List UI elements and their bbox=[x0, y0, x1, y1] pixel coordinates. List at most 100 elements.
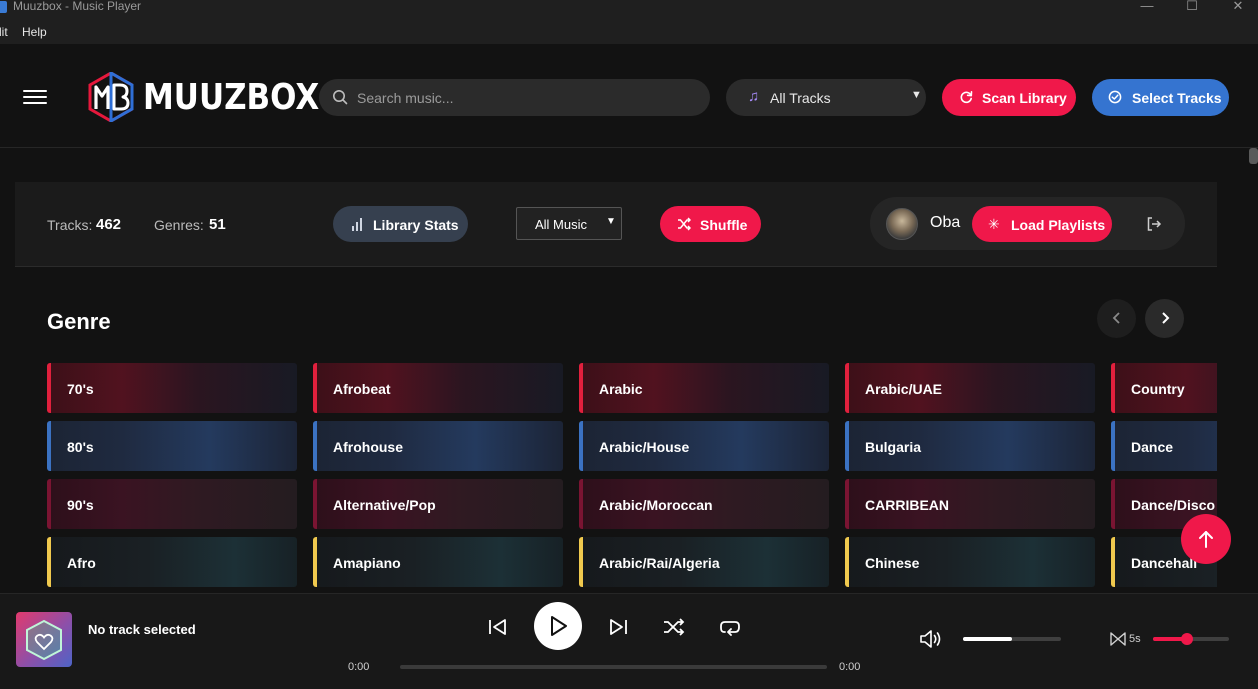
avatar[interactable] bbox=[886, 208, 918, 240]
genre-prev-button[interactable] bbox=[1097, 299, 1136, 338]
genre-card[interactable]: Afrohouse bbox=[313, 421, 563, 471]
genre-card[interactable]: Arabic bbox=[579, 363, 829, 413]
play-icon bbox=[551, 616, 567, 636]
genre-label: Dance bbox=[1131, 439, 1174, 455]
arrow-up-icon bbox=[1199, 531, 1213, 548]
track-filter-select[interactable]: ♫ All Tracks ▼ bbox=[726, 79, 926, 116]
genre-card[interactable]: Arabic/UAE bbox=[845, 363, 1095, 413]
genre-label: Country bbox=[1131, 381, 1185, 397]
genre-card[interactable]: 80's bbox=[47, 421, 297, 471]
genre-card[interactable]: Afrobeat bbox=[313, 363, 563, 413]
select-tracks-button[interactable]: Select Tracks bbox=[1092, 79, 1229, 116]
genre-label: Arabic/UAE bbox=[865, 381, 943, 397]
genre-label: Chinese bbox=[865, 555, 920, 571]
logout-icon[interactable] bbox=[1146, 216, 1162, 232]
genre-card[interactable]: Arabic/Moroccan bbox=[579, 479, 829, 529]
genre-card[interactable]: Arabic/House bbox=[579, 421, 829, 471]
crossfade-slider[interactable] bbox=[1153, 633, 1229, 645]
check-circle-icon bbox=[1108, 90, 1122, 104]
genre-label: Arabic/House bbox=[599, 439, 690, 455]
scroll-to-top-button[interactable] bbox=[1181, 514, 1231, 564]
player-bar: No track selected 0:00 0:00 5s bbox=[0, 593, 1258, 689]
genre-label: 90's bbox=[67, 497, 94, 513]
hamburger-menu-icon[interactable] bbox=[23, 90, 47, 104]
track-filter-value: All Tracks bbox=[770, 90, 831, 106]
bar-chart-icon bbox=[352, 218, 362, 231]
genres-label: Genres: bbox=[154, 217, 204, 233]
genre-label: CARRIBEAN bbox=[865, 497, 949, 513]
genres-count: 51 bbox=[209, 216, 226, 233]
brand-wordmark: MUUZBOX bbox=[143, 77, 320, 118]
volume-slider[interactable] bbox=[963, 637, 1061, 641]
genre-label: Arabic/Rai/Algeria bbox=[599, 555, 720, 571]
genre-section-title: Genre bbox=[47, 309, 111, 334]
album-cover[interactable] bbox=[16, 612, 72, 667]
genre-card[interactable]: Arabic/Rai/Algeria bbox=[579, 537, 829, 587]
genre-card[interactable]: Bulgaria bbox=[845, 421, 1095, 471]
shuffle-icon bbox=[678, 217, 691, 231]
skip-previous-icon[interactable] bbox=[487, 617, 509, 637]
page-scrollbar[interactable] bbox=[1249, 148, 1258, 164]
genre-card[interactable]: 90's bbox=[47, 479, 297, 529]
genre-card[interactable]: 70's bbox=[47, 363, 297, 413]
genre-card[interactable]: Chinese bbox=[845, 537, 1095, 587]
shuffle-icon[interactable] bbox=[663, 617, 685, 637]
search-icon bbox=[333, 90, 348, 105]
crossfade-duration: 5s bbox=[1129, 633, 1141, 645]
volume-icon[interactable] bbox=[919, 629, 943, 649]
crossfade-icon bbox=[1110, 632, 1126, 646]
menu-bar: lit Help bbox=[0, 18, 1258, 44]
genre-card[interactable]: Country bbox=[1111, 363, 1217, 413]
load-playlists-button[interactable]: ✳ Load Playlists bbox=[972, 206, 1112, 242]
close-button[interactable]: ✕ bbox=[1228, 0, 1248, 14]
minimize-button[interactable]: — bbox=[1137, 0, 1157, 13]
volume-level bbox=[963, 637, 1012, 641]
heart-logo-icon bbox=[26, 619, 62, 661]
crossfade-slider-handle[interactable] bbox=[1181, 633, 1194, 645]
tracks-count: 462 bbox=[96, 216, 122, 233]
search-input[interactable] bbox=[357, 79, 697, 116]
music-filter-value: All Music bbox=[535, 217, 588, 232]
time-total: 0:00 bbox=[839, 661, 861, 673]
genre-card[interactable]: Alternative/Pop bbox=[313, 479, 563, 529]
genre-label: 80's bbox=[67, 439, 94, 455]
app-window: Muuzbox - Music Player — ☐ ✕ lit Help MU… bbox=[0, 0, 1258, 689]
genre-label: Bulgaria bbox=[865, 439, 922, 455]
genre-label: Alternative/Pop bbox=[333, 497, 436, 513]
play-button[interactable] bbox=[534, 602, 582, 650]
skip-next-icon[interactable] bbox=[607, 617, 629, 637]
shuffle-button[interactable]: Shuffle bbox=[660, 206, 761, 242]
muuzbox-logo-icon bbox=[88, 72, 134, 122]
genre-next-button[interactable] bbox=[1145, 299, 1184, 338]
genre-label: Afrobeat bbox=[333, 381, 391, 397]
repeat-icon[interactable] bbox=[719, 617, 741, 637]
progress-bar[interactable] bbox=[400, 665, 827, 669]
genre-card[interactable]: Amapiano bbox=[313, 537, 563, 587]
scan-library-label: Scan Library bbox=[982, 90, 1067, 106]
menu-edit[interactable]: lit bbox=[0, 25, 8, 39]
genre-label: Afrohouse bbox=[333, 439, 403, 455]
refresh-icon bbox=[960, 90, 973, 104]
genre-card[interactable]: CARRIBEAN bbox=[845, 479, 1095, 529]
genre-grid: 70's 80's 90's Afro Afrobeat Afrohouse A… bbox=[47, 363, 1217, 593]
library-stats-bar: Tracks: 462 Genres: 51 Library Stats All… bbox=[15, 182, 1217, 267]
genre-label: Dance/Disco bbox=[1131, 497, 1216, 513]
genre-card[interactable]: Dance bbox=[1111, 421, 1217, 471]
select-tracks-label: Select Tracks bbox=[1132, 90, 1222, 106]
app-logo-icon bbox=[0, 1, 7, 13]
genre-label: Amapiano bbox=[333, 555, 401, 571]
genre-card[interactable]: Afro bbox=[47, 537, 297, 587]
user-name: Oba bbox=[930, 214, 961, 231]
chevron-down-icon: ▼ bbox=[911, 89, 922, 101]
chevron-right-icon bbox=[1162, 312, 1170, 324]
window-titlebar: Muuzbox - Music Player — ☐ ✕ bbox=[0, 0, 1258, 18]
genre-label: Arabic/Moroccan bbox=[599, 497, 713, 513]
maximize-button[interactable]: ☐ bbox=[1182, 0, 1202, 14]
user-panel: Oba ✳ Load Playlists bbox=[870, 197, 1185, 250]
scan-library-button[interactable]: Scan Library bbox=[942, 79, 1076, 116]
music-filter-select[interactable]: All Music ▼ bbox=[516, 207, 622, 240]
library-stats-button[interactable]: Library Stats bbox=[333, 206, 468, 242]
now-playing-title: No track selected bbox=[88, 622, 196, 637]
menu-help[interactable]: Help bbox=[22, 25, 47, 39]
search-bar bbox=[319, 79, 710, 116]
